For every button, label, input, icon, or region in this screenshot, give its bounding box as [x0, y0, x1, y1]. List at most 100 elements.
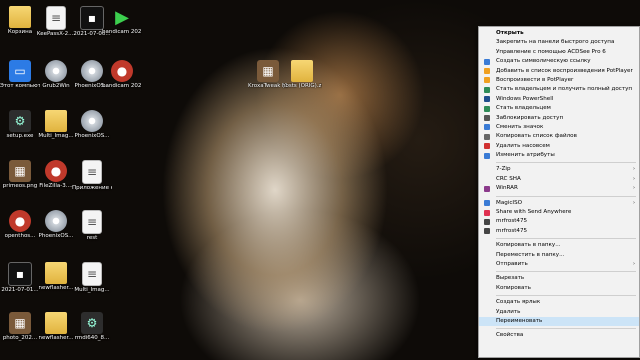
delete-icon	[484, 143, 490, 150]
desktop-icon-label: newflasher...	[38, 335, 74, 341]
desktop-icon[interactable]: newflasher...	[36, 312, 76, 342]
desktop-icon[interactable]: ≡Приложение к сайту...	[72, 160, 112, 192]
desktop-icon-label: Корзина	[7, 29, 33, 35]
desktop-icon-label: Multi_Imag...	[38, 133, 74, 139]
desktop-icon[interactable]: ●bandicam 2021-07-15...	[102, 60, 142, 90]
menu-item[interactable]: 7-Zip ›	[479, 165, 639, 174]
desktop-icon-label: Grub2Win	[42, 83, 70, 89]
folder-icon	[45, 110, 67, 132]
menu-item[interactable]: Воспроизвести в PotPlayer	[479, 76, 639, 85]
menu-item[interactable]: Изменить атрибуты	[479, 151, 639, 160]
menu-item[interactable]: Удалить	[479, 308, 639, 317]
menu-item-label: Сменить значок	[496, 123, 544, 130]
menu-item[interactable]: Свойства	[479, 331, 639, 340]
filezilla-icon: ●	[45, 160, 67, 182]
folder-icon	[45, 312, 67, 334]
menu-item[interactable]: CRC SHA ›	[479, 175, 639, 184]
menu-item[interactable]: Share with Send Anywhere	[479, 208, 639, 217]
desktop-icon-label: Приложение к сайту...	[72, 185, 112, 191]
menu-item[interactable]: Windows PowerShell	[479, 95, 639, 104]
menu-item-label: Свойства	[496, 332, 524, 339]
potplayer-icon	[484, 68, 490, 75]
menu-item[interactable]: Стать владельцем и получить полный досту…	[479, 85, 639, 94]
desktop-icon[interactable]: PhoenixOS...	[72, 110, 112, 140]
desktop-icon-label: newflasher...	[38, 285, 74, 291]
menu-item-label: Отправить	[496, 260, 528, 267]
menu-item[interactable]: MagicISO ›	[479, 199, 639, 208]
menu-item[interactable]: Стать владельцем	[479, 104, 639, 113]
menu-item[interactable]: Копировать	[479, 284, 639, 293]
image-file-icon: ▦	[9, 160, 31, 182]
shield-icon	[484, 105, 490, 112]
desktop-icon[interactable]: ≡ Multi_Imag...	[72, 262, 112, 294]
menu-item-label: Закрепить на панели быстрого доступа	[496, 39, 615, 46]
menu-item[interactable]: Переименовать	[479, 316, 639, 327]
menu-separator	[496, 238, 636, 240]
computer-icon: ▭	[9, 60, 31, 82]
menu-item-label: WinRAR	[496, 185, 518, 192]
desktop-icon[interactable]: PhoenixOS...	[36, 210, 76, 240]
image-file-icon: ▦	[9, 312, 31, 334]
menu-item[interactable]: Заблокировать доступ	[479, 114, 639, 123]
menu-item[interactable]: Копировать в папку...	[479, 241, 639, 250]
image-icon	[484, 124, 490, 131]
desktop-icon[interactable]: ⚙ setup.exe	[0, 110, 40, 140]
desktop-icon[interactable]: ▦ primeos.png	[0, 160, 40, 190]
menu-item-label: Стать владельцем и получить полный досту…	[496, 86, 633, 93]
attributes-icon	[484, 152, 490, 159]
desktop-icon-label: PhoenixOS...	[38, 233, 74, 239]
desktop-icon[interactable]: Multi_Imag...	[36, 110, 76, 140]
menu-item-label: mrfrost475	[496, 227, 528, 234]
desktop-icon[interactable]: ▭Этот компьютер	[0, 60, 40, 90]
desktop-icon[interactable]: newflasher...	[36, 262, 76, 292]
menu-item[interactable]: WinRAR ›	[479, 184, 639, 193]
menu-item[interactable]: Добавить в список воспроизведения PotPla…	[479, 67, 639, 76]
menu-item[interactable]: mrfrost475	[479, 227, 639, 236]
menu-item-label: Windows PowerShell	[496, 95, 554, 102]
menu-item-label: CRC SHA	[496, 175, 521, 182]
desktop-icon-label: hosts (ORIG).zip	[282, 83, 322, 89]
menu-item-label: Открыть	[496, 30, 524, 36]
bandicam-video-icon: ●	[111, 60, 133, 82]
desktop-icon[interactable]: ⚙ rmdi640_8...	[72, 312, 112, 342]
menu-item-label: Копировать	[496, 284, 531, 291]
desktop-icon[interactable]: hosts (ORIG).zip	[282, 60, 322, 90]
desktop-icon-label: bandicam 2021-07-15...	[102, 29, 142, 35]
shield-icon	[484, 86, 490, 93]
desktop-icon[interactable]: ≡ rest	[72, 210, 112, 242]
menu-item[interactable]: mrfrost475	[479, 217, 639, 226]
menu-item[interactable]: Отправить ›	[479, 260, 639, 269]
desktop-icon[interactable]: ● openthos...	[0, 210, 40, 240]
desktop-icon-label: 2021-07-01...	[1, 287, 39, 293]
submenu-arrow-icon: ›	[633, 199, 635, 206]
potplayer-icon	[484, 77, 490, 84]
menu-item[interactable]: Открыть	[479, 29, 639, 38]
menu-item-label: 7-Zip	[496, 166, 511, 173]
menu-item[interactable]: Создать ярлык	[479, 298, 639, 307]
menu-item-label: Изменить атрибуты	[496, 152, 555, 159]
menu-item[interactable]: Удалить насовсем	[479, 142, 639, 151]
desktop-icon[interactable]: ≡ KeePassX-2....	[36, 6, 76, 38]
disc-image-icon	[81, 110, 103, 132]
desktop-icon[interactable]: ▪ 2021-07-01...	[0, 262, 40, 294]
desktop-icon[interactable]: Корзина	[0, 6, 40, 36]
menu-item[interactable]: Переместить в папку...	[479, 251, 639, 260]
disc-image-icon	[45, 210, 67, 232]
menu-item[interactable]: Закрепить на панели быстрого доступа	[479, 38, 639, 47]
menu-item-label: Управление с помощью ACDSee Pro 6	[496, 48, 606, 55]
menu-item[interactable]: Сменить значок	[479, 123, 639, 132]
menu-item[interactable]: Вырезать	[479, 274, 639, 283]
submenu-arrow-icon: ›	[633, 175, 635, 182]
context-menu: Открыть Закрепить на панели быстрого дост…	[478, 26, 640, 358]
desktop-icon[interactable]: ▶bandicam 2021-07-15...	[102, 6, 142, 36]
desktop-icon[interactable]: ● FileZilla-3....	[36, 160, 76, 190]
desktop-icon[interactable]: Grub2Win	[36, 60, 76, 90]
desktop-icon[interactable]: ▦ photo_202...	[0, 312, 40, 342]
menu-item-label: Копировать список файлов	[496, 133, 577, 140]
menu-item-label: Переименовать	[496, 317, 543, 324]
menu-item[interactable]: Создать символическую ссылку	[479, 57, 639, 66]
menu-item-label: Создать ярлык	[496, 299, 541, 306]
menu-item[interactable]: Управление с помощью ACDSee Pro 6	[479, 48, 639, 57]
desktop-icon-label: bandicam 2021-07-15...	[102, 83, 142, 89]
menu-item[interactable]: Копировать список файлов	[479, 132, 639, 141]
